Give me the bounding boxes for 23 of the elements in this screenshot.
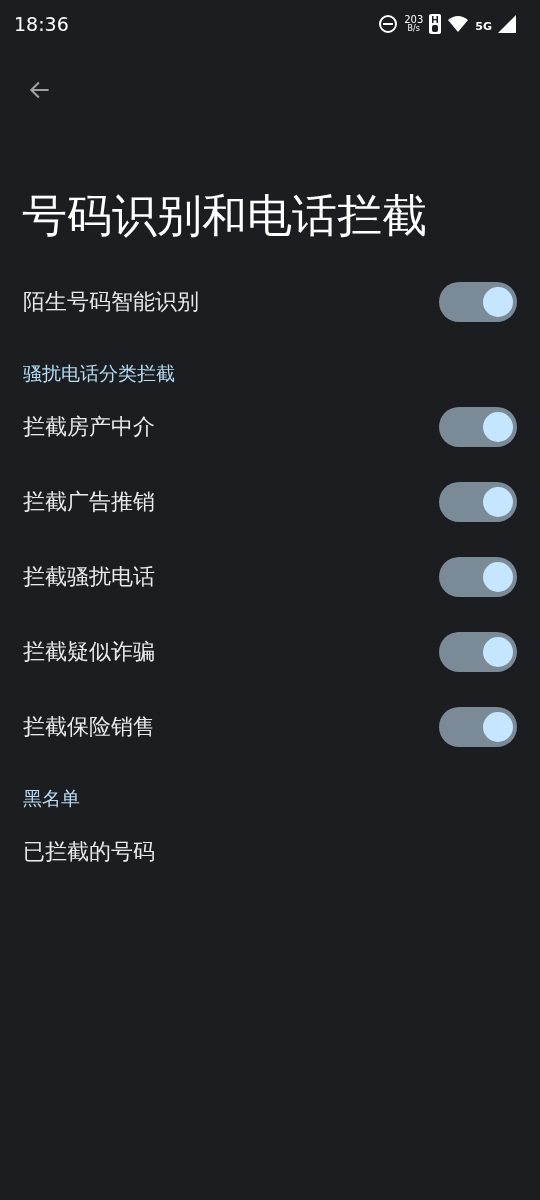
section-header: 黑名单: [23, 785, 80, 811]
setting-row[interactable]: 拦截保险销售: [0, 689, 540, 764]
page-title: 号码识别和电话拦截: [21, 188, 428, 244]
toggle-switch[interactable]: [439, 481, 517, 522]
status-time: 18:36: [14, 11, 69, 37]
setting-row[interactable]: 拦截疑似诈骗: [0, 614, 540, 689]
network-type: 5G: [475, 18, 492, 35]
setting-row[interactable]: 拦截广告推销: [0, 464, 540, 539]
toggle-switch[interactable]: [439, 706, 517, 747]
toggle-switch[interactable]: [439, 556, 517, 597]
toggle-switch[interactable]: [439, 631, 517, 672]
network-speed: 203 B/s: [404, 15, 424, 33]
setting-row[interactable]: 拦截房产中介: [0, 389, 540, 464]
toggle-switch[interactable]: [439, 281, 517, 322]
wifi-icon: [447, 15, 470, 33]
setting-row[interactable]: 拦截骚扰电话: [0, 539, 540, 614]
do-not-disturb-icon: [378, 14, 399, 34]
section-header: 骚扰电话分类拦截: [23, 360, 175, 386]
toggle-switch[interactable]: [439, 406, 517, 447]
hd-icon: [429, 14, 442, 34]
setting-row[interactable]: 已拦截的号码: [0, 814, 540, 889]
signal-icon: [498, 15, 516, 33]
setting-row[interactable]: 陌生号码智能识别: [0, 264, 540, 339]
